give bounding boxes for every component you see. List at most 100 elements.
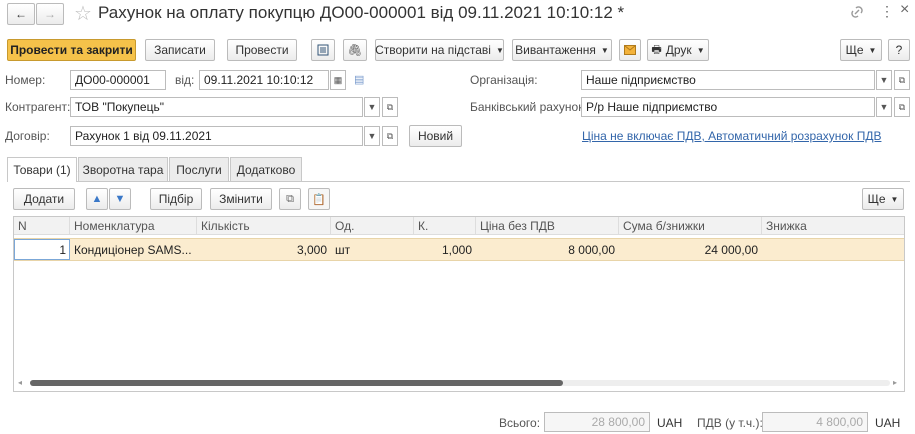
cell-quantity[interactable]: 3,000 xyxy=(197,239,331,260)
open-icon: ⧉ xyxy=(898,101,906,112)
back-button[interactable]: ← xyxy=(7,3,35,25)
contract-label: Договір: xyxy=(5,129,50,143)
save-button[interactable]: Записати xyxy=(145,39,215,61)
cell-unit[interactable]: шт xyxy=(331,239,414,260)
journal-icon-button[interactable] xyxy=(311,39,335,61)
forward-button[interactable]: → xyxy=(36,3,64,25)
cell-item[interactable]: Кондиціонер SAMS... xyxy=(70,239,197,260)
organization-field[interactable]: Наше підприємство xyxy=(581,70,875,90)
column-header-unit[interactable]: Од. xyxy=(331,217,414,235)
caret-down-icon: ▼ xyxy=(367,131,377,141)
help-button[interactable]: ? xyxy=(888,39,910,61)
caret-down-icon: ▼ xyxy=(696,45,705,55)
table-more-button[interactable]: Ще ▼ xyxy=(862,188,904,210)
caret-down-icon: ▼ xyxy=(495,45,504,55)
organization-open-button[interactable]: ⧉ xyxy=(894,70,910,90)
caret-down-icon: ▼ xyxy=(879,102,889,112)
column-header-coefficient[interactable]: К. xyxy=(414,217,476,235)
tab-returnable-packaging[interactable]: Зворотна тара xyxy=(78,157,168,181)
counterparty-dropdown[interactable]: ▼ xyxy=(364,97,380,117)
attach-button[interactable]: 🖇 xyxy=(343,39,367,61)
print-button[interactable]: 🖶 Друк ▼ xyxy=(647,39,709,61)
column-header-quantity[interactable]: Кількість xyxy=(197,217,331,235)
copy-icon: ⧉ xyxy=(286,192,294,205)
copy-button[interactable]: ⧉ xyxy=(279,188,301,210)
create-basis-button[interactable]: Створити на підставі ▼ xyxy=(375,39,504,61)
total-label: Всього: xyxy=(499,416,541,430)
scrollbar-thumb[interactable] xyxy=(30,380,564,386)
column-header-discount[interactable]: Знижка xyxy=(762,217,904,235)
tab-divider xyxy=(7,181,910,182)
contract-open-button[interactable]: ⧉ xyxy=(382,126,398,146)
cell-coefficient[interactable]: 1,000 xyxy=(414,239,476,260)
date-label: від: xyxy=(175,73,195,87)
printer-icon: 🖶 xyxy=(651,43,662,56)
organization-dropdown[interactable]: ▼ xyxy=(876,70,892,90)
more-menu-icon[interactable]: ⋮ xyxy=(880,3,894,20)
arrow-right-icon: → xyxy=(44,7,56,21)
scroll-left-icon[interactable]: ◂ xyxy=(18,378,22,387)
contract-dropdown[interactable]: ▼ xyxy=(364,126,380,146)
create-basis-label: Створити на підставі xyxy=(375,43,491,57)
arrow-down-icon: ▼ xyxy=(114,193,126,205)
email-button[interactable] xyxy=(619,39,641,61)
post-and-close-button[interactable]: Провести та закрити xyxy=(7,39,136,61)
more-label: Ще xyxy=(845,43,864,57)
vat-settings-link[interactable]: Ціна не включає ПДВ, Автоматичний розрах… xyxy=(582,129,881,143)
date-field[interactable]: 09.11.2021 10:10:12 xyxy=(199,70,329,90)
paste-icon: 📋 xyxy=(312,193,326,206)
counterparty-open-button[interactable]: ⧉ xyxy=(382,97,398,117)
window-title: Рахунок на оплату покупцю ДО00-000001 ві… xyxy=(98,3,625,22)
horizontal-scrollbar[interactable] xyxy=(30,380,890,386)
number-label: Номер: xyxy=(5,73,46,87)
caret-down-icon: ▼ xyxy=(367,102,377,112)
new-contract-button[interactable]: Новий xyxy=(409,125,462,147)
bank-account-dropdown[interactable]: ▼ xyxy=(876,97,892,117)
cell-n[interactable]: 1 xyxy=(14,239,70,260)
number-settings-icon[interactable]: ▤ xyxy=(354,73,364,86)
bank-account-open-button[interactable]: ⧉ xyxy=(894,97,910,117)
table-more-label: Ще xyxy=(867,192,886,206)
contract-field[interactable]: Рахунок 1 від 09.11.2021 xyxy=(70,126,363,146)
total-currency: UAH xyxy=(657,416,683,430)
bank-account-label: Банківський рахунок: xyxy=(470,100,587,114)
scroll-right-icon[interactable]: ▸ xyxy=(893,378,897,387)
post-button[interactable]: Провести xyxy=(227,39,297,61)
caret-down-icon: ▼ xyxy=(890,194,899,204)
more-button[interactable]: Ще ▼ xyxy=(840,39,882,61)
column-header-price[interactable]: Ціна без ПДВ xyxy=(476,217,619,235)
calendar-icon: ▦ xyxy=(333,74,343,85)
paste-button[interactable]: 📋 xyxy=(308,188,330,210)
close-icon[interactable]: × xyxy=(900,1,909,19)
caret-down-icon: ▼ xyxy=(868,45,877,55)
column-header-n[interactable]: N xyxy=(14,217,70,235)
link-icon[interactable] xyxy=(850,5,864,22)
move-up-button[interactable]: ▲ xyxy=(86,188,108,210)
calendar-button[interactable]: ▦ xyxy=(330,70,346,90)
column-header-sum[interactable]: Сума б/знижки xyxy=(619,217,762,235)
counterparty-label: Контрагент: xyxy=(5,100,71,114)
open-icon: ⧉ xyxy=(386,101,394,112)
add-row-button[interactable]: Додати xyxy=(13,188,75,210)
print-label: Друк xyxy=(665,43,692,57)
change-button[interactable]: Змінити xyxy=(210,188,272,210)
tab-services[interactable]: Послуги xyxy=(169,157,229,181)
number-field[interactable]: ДО00-000001 xyxy=(70,70,166,90)
cell-discount[interactable] xyxy=(762,239,904,260)
bank-account-field[interactable]: Р/р Наше підприємство xyxy=(581,97,875,117)
tab-goods[interactable]: Товари (1) xyxy=(7,157,77,182)
organization-label: Організація: xyxy=(470,73,538,87)
caret-down-icon: ▼ xyxy=(600,45,609,55)
counterparty-field[interactable]: ТОВ "Покупець" xyxy=(70,97,363,117)
move-down-button[interactable]: ▼ xyxy=(109,188,131,210)
export-button[interactable]: Вивантаження ▼ xyxy=(512,39,612,61)
total-field: 28 800,00 xyxy=(544,412,650,432)
cell-sum[interactable]: 24 000,00 xyxy=(619,239,762,260)
favorite-star-icon[interactable]: ☆ xyxy=(74,1,92,26)
tab-additional[interactable]: Додатково xyxy=(230,157,302,181)
pick-button[interactable]: Підбір xyxy=(150,188,202,210)
cell-price[interactable]: 8 000,00 xyxy=(476,239,619,260)
vat-label: ПДВ (у т.ч.): xyxy=(697,416,763,430)
arrow-left-icon: ← xyxy=(15,7,27,21)
column-header-item[interactable]: Номенклатура xyxy=(70,217,197,235)
